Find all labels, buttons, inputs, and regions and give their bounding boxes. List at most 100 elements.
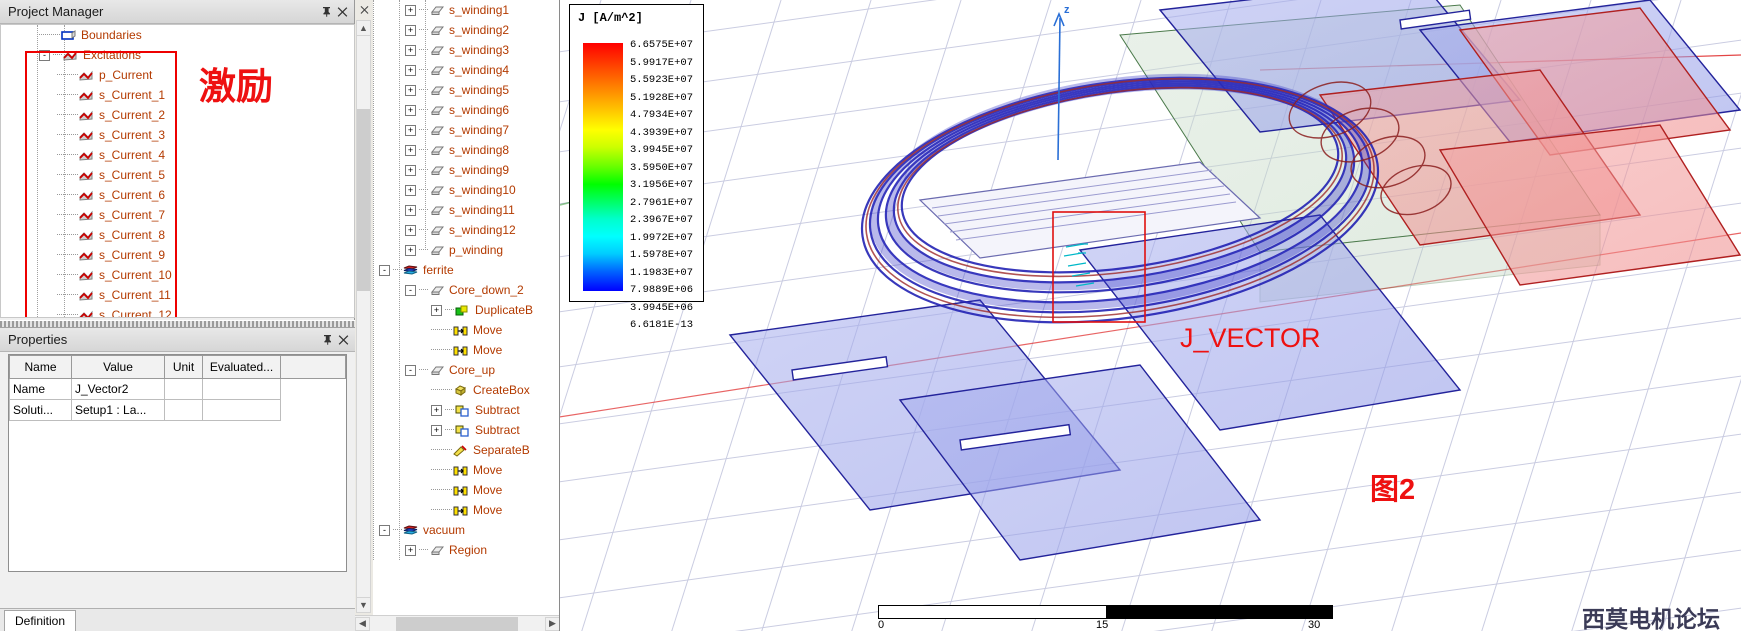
model-tree-item-core-down-2[interactable]: - Core_down_2 xyxy=(377,280,559,300)
model-tree-item-createbox[interactable]: CreateBox xyxy=(377,380,559,400)
model-tree-item-subtract[interactable]: + Subtract xyxy=(377,420,559,440)
properties-cell-name[interactable]: Soluti... xyxy=(9,399,72,421)
model-tree-item-move[interactable]: Move xyxy=(377,480,559,500)
properties-cell-evaluated[interactable] xyxy=(202,378,281,400)
expand-toggle-icon[interactable]: + xyxy=(405,544,416,556)
project-tree-item-s-current-8[interactable]: s_Current_8 xyxy=(1,225,354,245)
expand-toggle-icon[interactable]: + xyxy=(431,304,442,316)
project-tree[interactable]: Boundaries - Excitations p_Current s_Current… xyxy=(1,25,354,317)
expand-toggle-icon[interactable]: + xyxy=(405,84,416,96)
model-tree-item-s-winding8[interactable]: + s_winding8 xyxy=(377,140,559,160)
properties-cell-unit[interactable] xyxy=(164,399,203,421)
expand-toggle-icon[interactable]: + xyxy=(405,44,416,56)
column-header-evaluated[interactable]: Evaluated... xyxy=(202,355,281,379)
expand-toggle-icon[interactable]: + xyxy=(405,4,416,16)
model-tree-item-subtract[interactable]: + Subtract xyxy=(377,400,559,420)
model-tree-item-s-winding7[interactable]: + s_winding7 xyxy=(377,120,559,140)
pin-icon[interactable] xyxy=(319,332,335,348)
properties-cell-evaluated[interactable] xyxy=(202,399,281,421)
model-tree-item-move[interactable]: Move xyxy=(377,460,559,480)
expand-toggle-icon[interactable]: + xyxy=(405,184,416,196)
model-tree-item-s-winding12[interactable]: + s_winding12 xyxy=(377,220,559,240)
collapse-toggle-icon[interactable]: - xyxy=(405,284,416,296)
model-tree-item-s-winding10[interactable]: + s_winding10 xyxy=(377,180,559,200)
properties-row[interactable]: Soluti... Setup1 : La... xyxy=(9,399,346,421)
model-tree-item-vacuum[interactable]: - vacuum xyxy=(377,520,559,540)
dock-splitter[interactable] xyxy=(0,320,355,328)
model-tree-item-region[interactable]: + Region xyxy=(377,540,559,560)
project-tree-item-s-current-5[interactable]: s_Current_5 xyxy=(1,165,354,185)
column-header-name[interactable]: Name xyxy=(9,355,72,379)
column-header-unit[interactable]: Unit xyxy=(164,355,203,379)
project-tree-item-s-current-12[interactable]: s_Current_12 xyxy=(1,305,354,317)
model-tree-item-s-winding2[interactable]: + s_winding2 xyxy=(377,20,559,40)
expand-toggle-icon[interactable]: + xyxy=(405,104,416,116)
expand-toggle-icon[interactable]: + xyxy=(405,204,416,216)
project-tree-item-s-current-6[interactable]: s_Current_6 xyxy=(1,185,354,205)
scroll-up-arrow-icon[interactable]: ▲ xyxy=(356,20,371,36)
horizontal-scrollbar[interactable]: ◀ ▶ xyxy=(355,615,559,631)
properties-cell-name[interactable]: Name xyxy=(9,378,72,400)
close-icon[interactable] xyxy=(357,2,371,16)
properties-cell-unit[interactable] xyxy=(164,378,203,400)
scroll-right-arrow-icon[interactable]: ▶ xyxy=(545,616,559,631)
pin-icon[interactable] xyxy=(318,4,334,20)
close-icon[interactable] xyxy=(334,4,350,20)
model-tree-item-move[interactable]: Move xyxy=(377,500,559,520)
expand-toggle-icon[interactable]: + xyxy=(431,404,442,416)
model-tree-item-move[interactable]: Move xyxy=(377,340,559,360)
model-tree-item-s-winding5[interactable]: + s_winding5 xyxy=(377,80,559,100)
expand-toggle-icon[interactable]: + xyxy=(405,64,416,76)
project-manager-tree-panel[interactable]: Boundaries - Excitations p_Current s_Current… xyxy=(0,24,355,318)
tab-definition[interactable]: Definition xyxy=(4,610,77,631)
model-tree[interactable]: + s_winding1 + s_winding2 + s_winding3 + s_wind… xyxy=(373,0,559,560)
expand-toggle-icon[interactable]: + xyxy=(405,164,416,176)
collapse-toggle-icon[interactable]: - xyxy=(39,49,50,61)
properties-row[interactable]: Name J_Vector2 xyxy=(9,378,346,400)
project-tree-item-p-current[interactable]: p_Current xyxy=(1,65,354,85)
model-tree-item-separateb[interactable]: SeparateB xyxy=(377,440,559,460)
vertical-scrollbar-track[interactable] xyxy=(356,20,371,613)
collapse-toggle-icon[interactable]: - xyxy=(405,364,416,376)
model-tree-item-s-winding9[interactable]: + s_winding9 xyxy=(377,160,559,180)
scroll-down-arrow-icon[interactable]: ▼ xyxy=(356,597,371,613)
expand-toggle-icon[interactable]: + xyxy=(405,224,416,236)
column-header-value[interactable]: Value xyxy=(71,355,165,379)
result-legend[interactable]: J [A/m^2] 6.6575E+07 5.9917E+07 5.5923E+07… xyxy=(569,4,704,331)
expand-toggle-icon[interactable]: + xyxy=(405,144,416,156)
collapse-toggle-icon[interactable]: - xyxy=(379,264,390,276)
project-tree-item-s-current-3[interactable]: s_Current_3 xyxy=(1,125,354,145)
expand-toggle-icon[interactable]: + xyxy=(405,24,416,36)
project-tree-item-boundaries[interactable]: Boundaries xyxy=(1,25,354,45)
model-tree-item-s-winding3[interactable]: + s_winding3 xyxy=(377,40,559,60)
model-tree-item-p-winding[interactable]: + p_winding xyxy=(377,240,559,260)
horizontal-scrollbar-track[interactable] xyxy=(370,616,545,631)
model-tree-item-s-winding11[interactable]: + s_winding11 xyxy=(377,200,559,220)
3d-model-view[interactable]: y z J [A/m^2] 6.6575E+075.9917E+075.5923… xyxy=(560,0,1741,631)
project-tree-item-excitations[interactable]: - Excitations xyxy=(1,45,354,65)
expand-toggle-icon[interactable]: + xyxy=(431,424,442,436)
scroll-left-arrow-icon[interactable]: ◀ xyxy=(355,616,370,631)
model-tree-item-duplicateb[interactable]: + DuplicateB xyxy=(377,300,559,320)
properties-table[interactable]: Name Value Unit Evaluated... Name J_Vecto… xyxy=(9,355,346,421)
properties-grid[interactable]: Name Value Unit Evaluated... Name J_Vecto… xyxy=(8,354,347,572)
project-tree-item-s-current-10[interactable]: s_Current_10 xyxy=(1,265,354,285)
close-icon[interactable] xyxy=(335,332,351,348)
properties-cell-value[interactable]: J_Vector2 xyxy=(71,378,165,400)
expand-toggle-icon[interactable]: + xyxy=(405,244,416,256)
model-tree-item-ferrite[interactable]: - ferrite xyxy=(377,260,559,280)
model-tree-item-core-up[interactable]: - Core_up xyxy=(377,360,559,380)
expand-toggle-icon[interactable]: + xyxy=(405,124,416,136)
project-tree-item-s-current-1[interactable]: s_Current_1 xyxy=(1,85,354,105)
project-tree-item-s-current-9[interactable]: s_Current_9 xyxy=(1,245,354,265)
model-tree-item-s-winding1[interactable]: + s_winding1 xyxy=(377,0,559,20)
model-tree-item-s-winding6[interactable]: + s_winding6 xyxy=(377,100,559,120)
vertical-scrollbar-thumb[interactable] xyxy=(357,109,370,291)
model-tree-item-s-winding4[interactable]: + s_winding4 xyxy=(377,60,559,80)
project-tree-item-s-current-2[interactable]: s_Current_2 xyxy=(1,105,354,125)
project-tree-item-s-current-4[interactable]: s_Current_4 xyxy=(1,145,354,165)
properties-cell-value[interactable]: Setup1 : La... xyxy=(71,399,165,421)
project-tree-item-s-current-7[interactable]: s_Current_7 xyxy=(1,205,354,225)
horizontal-scrollbar-thumb[interactable] xyxy=(396,616,518,631)
collapse-toggle-icon[interactable]: - xyxy=(379,524,390,536)
